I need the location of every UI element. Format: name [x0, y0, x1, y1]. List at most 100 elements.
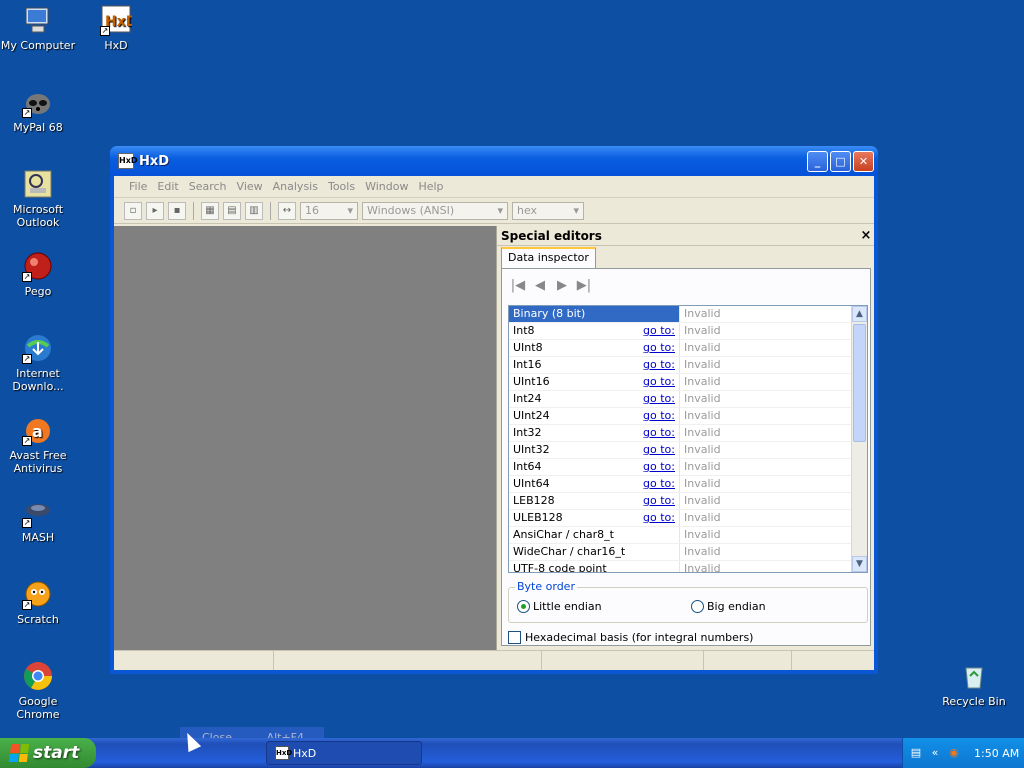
- open-file-icon[interactable]: ▸: [146, 201, 164, 220]
- row-value-cell[interactable]: Invalid: [679, 391, 851, 407]
- desktop-icon-avast[interactable]: a ↗ Avast Free Antivirus: [0, 414, 76, 475]
- table-row[interactable]: ULEB128 go to: Invalid: [509, 510, 851, 527]
- taskbar-item-hxd[interactable]: HxD HxD: [266, 741, 422, 765]
- desktop-icon-pego[interactable]: ↗ Pego: [0, 250, 76, 298]
- big-endian-radio[interactable]: Big endian: [691, 600, 766, 613]
- save-icon[interactable]: ▪: [168, 201, 186, 220]
- data-inspector-grid[interactable]: Binary (8 bit) Invalid Int8 go to: Invalid UI…: [508, 305, 868, 573]
- row-value-cell[interactable]: Invalid: [679, 561, 851, 572]
- table-row[interactable]: UInt24 go to: Invalid: [509, 408, 851, 425]
- little-endian-radio[interactable]: Little endian: [517, 600, 602, 613]
- table-row[interactable]: UInt16 go to: Invalid: [509, 374, 851, 391]
- row-value-cell[interactable]: Invalid: [679, 527, 851, 543]
- bytes-per-row-select[interactable]: 16: [300, 201, 358, 220]
- minimize-button[interactable]: _: [807, 150, 828, 172]
- maximize-button[interactable]: □: [830, 150, 851, 172]
- clock[interactable]: 1:50 AM: [974, 747, 1019, 760]
- vertical-scrollbar[interactable]: ▲ ▼: [851, 306, 867, 572]
- row-value-cell[interactable]: Invalid: [679, 493, 851, 509]
- goto-link[interactable]: go to:: [643, 391, 679, 407]
- offset-base-select[interactable]: hex: [512, 201, 584, 220]
- scroll-thumb[interactable]: [853, 324, 866, 442]
- export-icon[interactable]: ▥: [245, 201, 263, 220]
- row-value-cell[interactable]: Invalid: [679, 408, 851, 424]
- table-row[interactable]: Int24 go to: Invalid: [509, 391, 851, 408]
- table-row[interactable]: LEB128 go to: Invalid: [509, 493, 851, 510]
- row-value-cell[interactable]: Invalid: [679, 544, 851, 560]
- tab-data-inspector[interactable]: Data inspector: [501, 247, 596, 268]
- menu-edit[interactable]: Edit: [152, 180, 183, 193]
- goto-link[interactable]: go to:: [643, 323, 679, 339]
- desktop-icon-recycle-bin[interactable]: Recycle Bin: [936, 660, 1012, 708]
- hex-editor-area[interactable]: [114, 226, 496, 650]
- start-button[interactable]: start: [0, 738, 96, 768]
- goto-link[interactable]: go to:: [643, 340, 679, 356]
- menu-analysis[interactable]: Analysis: [268, 180, 323, 193]
- goto-link[interactable]: go to:: [643, 357, 679, 373]
- scroll-down-icon[interactable]: ▼: [852, 556, 867, 572]
- open-ram-icon[interactable]: ▤: [223, 201, 241, 220]
- open-disk-icon[interactable]: ▦: [201, 201, 219, 220]
- menu-view[interactable]: View: [232, 180, 268, 193]
- row-value-cell[interactable]: Invalid: [679, 425, 851, 441]
- menu-tools[interactable]: Tools: [323, 180, 360, 193]
- desktop-icon-label: Google Chrome: [16, 695, 60, 721]
- table-row[interactable]: UInt8 go to: Invalid: [509, 340, 851, 357]
- new-file-icon[interactable]: ▫: [124, 201, 142, 220]
- row-value-cell[interactable]: Invalid: [679, 357, 851, 373]
- hxd-app-icon[interactable]: HxD: [118, 153, 138, 169]
- menu-file[interactable]: File: [124, 180, 152, 193]
- menu-window[interactable]: Window: [360, 180, 413, 193]
- avast-tray-icon[interactable]: ◉: [947, 746, 961, 760]
- goto-link[interactable]: go to:: [643, 510, 679, 526]
- table-row[interactable]: UTF-8 code point Invalid: [509, 561, 851, 572]
- panel-close-icon[interactable]: ×: [858, 228, 874, 243]
- desktop-icon-internet-download[interactable]: ↗ Internet Downlo...: [0, 332, 76, 393]
- row-value-cell[interactable]: Invalid: [679, 459, 851, 475]
- goto-link[interactable]: go to:: [643, 476, 679, 492]
- menu-help[interactable]: Help: [413, 180, 448, 193]
- table-row[interactable]: Int64 go to: Invalid: [509, 459, 851, 476]
- menu-search[interactable]: Search: [184, 180, 232, 193]
- goto-link[interactable]: go to:: [643, 459, 679, 475]
- first-icon[interactable]: |◀: [510, 277, 526, 295]
- desktop-icon-mypal[interactable]: ↗ MyPal 68: [0, 86, 76, 134]
- table-row[interactable]: Int16 go to: Invalid: [509, 357, 851, 374]
- row-value-cell[interactable]: Invalid: [679, 442, 851, 458]
- goto-link[interactable]: go to:: [643, 442, 679, 458]
- row-value-cell[interactable]: Invalid: [679, 340, 851, 356]
- desktop-icon-my-computer[interactable]: My Computer: [0, 4, 76, 52]
- desktop-icon-chrome[interactable]: Google Chrome: [0, 660, 76, 721]
- row-value-cell[interactable]: Invalid: [679, 476, 851, 492]
- goto-link[interactable]: go to:: [643, 408, 679, 424]
- keyboard-icon[interactable]: ▤: [909, 746, 923, 760]
- goto-link[interactable]: go to:: [643, 493, 679, 509]
- table-row[interactable]: WideChar / char16_t Invalid: [509, 544, 851, 561]
- charset-select[interactable]: Windows (ANSI): [362, 201, 508, 220]
- window-titlebar[interactable]: HxD HxD _ □ ✕: [110, 146, 878, 176]
- row-value-cell[interactable]: Invalid: [679, 306, 851, 322]
- desktop-icon-mash[interactable]: ↗ MASH: [0, 496, 76, 544]
- previous-icon[interactable]: ◀: [532, 277, 548, 295]
- table-row[interactable]: AnsiChar / char8_t Invalid: [509, 527, 851, 544]
- close-button[interactable]: ✕: [853, 150, 874, 172]
- desktop-icon-scratch[interactable]: ↗ Scratch: [0, 578, 76, 626]
- scroll-up-icon[interactable]: ▲: [852, 306, 867, 322]
- goto-link[interactable]: go to:: [643, 374, 679, 390]
- last-icon[interactable]: ▶|: [576, 277, 592, 295]
- row-value-cell[interactable]: Invalid: [679, 374, 851, 390]
- table-row[interactable]: Int8 go to: Invalid: [509, 323, 851, 340]
- hex-basis-checkbox[interactable]: Hexadecimal basis (for integral numbers): [508, 631, 753, 644]
- row-value-cell[interactable]: Invalid: [679, 323, 851, 339]
- table-row[interactable]: UInt64 go to: Invalid: [509, 476, 851, 493]
- row-value-cell[interactable]: Invalid: [679, 510, 851, 526]
- table-row[interactable]: Int32 go to: Invalid: [509, 425, 851, 442]
- goto-link[interactable]: go to:: [643, 425, 679, 441]
- next-icon[interactable]: ▶: [554, 277, 570, 295]
- desktop-icon-hxd[interactable]: HxD ↗ HxD: [78, 4, 154, 52]
- table-row[interactable]: UInt32 go to: Invalid: [509, 442, 851, 459]
- table-row[interactable]: Binary (8 bit) Invalid: [509, 306, 851, 323]
- taskbar-item-label: HxD: [293, 746, 317, 760]
- tray-expand-icon[interactable]: «: [928, 746, 942, 760]
- desktop-icon-outlook[interactable]: Microsoft Outlook: [0, 168, 76, 229]
